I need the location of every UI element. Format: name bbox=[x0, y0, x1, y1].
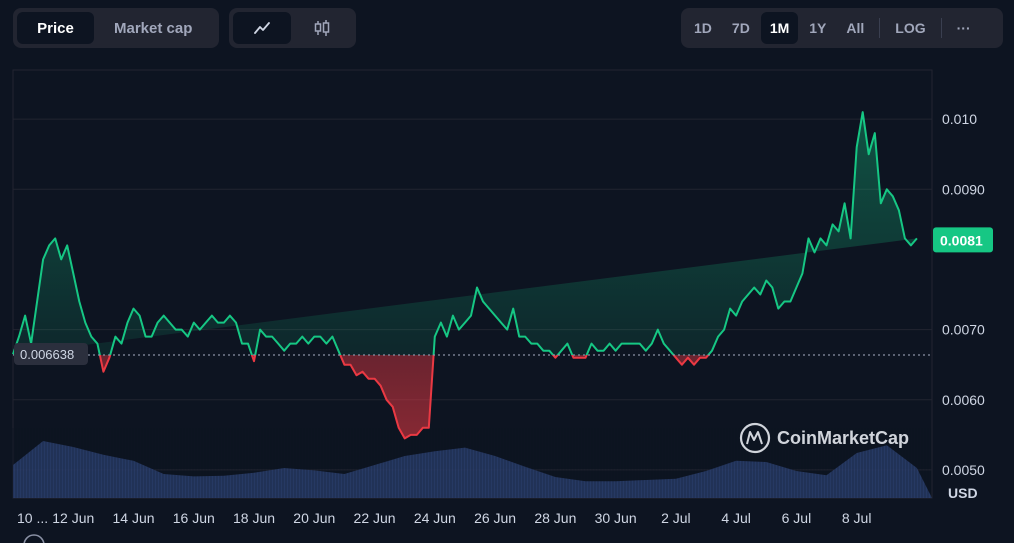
baseline-label: 0.006638 bbox=[20, 347, 74, 362]
toolbar-divider bbox=[940, 18, 942, 38]
x-tick-label: 8 Jul bbox=[842, 510, 872, 526]
chart-style-toggle bbox=[229, 8, 356, 48]
x-tick-label: 26 Jun bbox=[474, 510, 516, 526]
y-tick-label: 0.0070 bbox=[942, 322, 985, 338]
x-tick-label: 2 Jul bbox=[661, 510, 691, 526]
y-tick-label: 0.0050 bbox=[942, 462, 985, 478]
toolbar-divider bbox=[879, 18, 881, 38]
x-tick-label: 22 Jun bbox=[354, 510, 396, 526]
x-tick-label: 4 Jul bbox=[721, 510, 751, 526]
x-tick-label: 10 ... bbox=[17, 510, 48, 526]
y-tick-label: 0.0060 bbox=[942, 392, 985, 408]
x-tick-label: 28 Jun bbox=[534, 510, 576, 526]
settings-icon[interactable] bbox=[23, 534, 45, 543]
market-cap-tab[interactable]: Market cap bbox=[96, 12, 210, 44]
price-area-up bbox=[13, 112, 917, 356]
x-tick-label: 16 Jun bbox=[173, 510, 215, 526]
x-tick-label: 30 Jun bbox=[595, 510, 637, 526]
time-range-toggle: 1D 7D 1M 1Y All LOG ··· bbox=[681, 8, 1003, 48]
candlestick-icon bbox=[314, 20, 330, 36]
price-chart[interactable]: 0.0050 0.0060 0.0070 0.0090 0.010 0.006638 0.0… bbox=[0, 60, 1014, 543]
current-price-label: 0.0081 bbox=[940, 232, 983, 248]
currency-label: USD bbox=[948, 485, 978, 501]
x-tick-label: 14 Jun bbox=[113, 510, 155, 526]
range-all[interactable]: All bbox=[837, 12, 873, 44]
candlestick-chart-button[interactable] bbox=[293, 12, 351, 44]
x-tick-label: 12 Jun bbox=[52, 510, 94, 526]
y-tick-label: 0.010 bbox=[942, 111, 977, 127]
line-chart-button[interactable] bbox=[233, 12, 291, 44]
range-1y[interactable]: 1Y bbox=[800, 12, 835, 44]
watermark-text: CoinMarketCap bbox=[777, 428, 909, 448]
y-tick-label: 0.0090 bbox=[942, 181, 985, 197]
x-tick-label: 20 Jun bbox=[293, 510, 335, 526]
price-area bbox=[13, 112, 917, 439]
x-tick-label: 24 Jun bbox=[414, 510, 456, 526]
price-marketcap-toggle: Price Market cap bbox=[13, 8, 219, 48]
price-chart-svg: 0.0050 0.0060 0.0070 0.0090 0.010 0.006638 0.0… bbox=[12, 69, 993, 543]
range-1d[interactable]: 1D bbox=[685, 12, 721, 44]
log-scale-button[interactable]: LOG bbox=[886, 12, 934, 44]
x-tick-label: 6 Jul bbox=[782, 510, 812, 526]
more-options-button[interactable]: ··· bbox=[948, 12, 980, 44]
range-7d[interactable]: 7D bbox=[723, 12, 759, 44]
range-1m[interactable]: 1M bbox=[760, 12, 799, 44]
x-tick-label: 18 Jun bbox=[233, 510, 275, 526]
price-tab[interactable]: Price bbox=[17, 12, 94, 44]
line-chart-icon bbox=[254, 22, 270, 34]
